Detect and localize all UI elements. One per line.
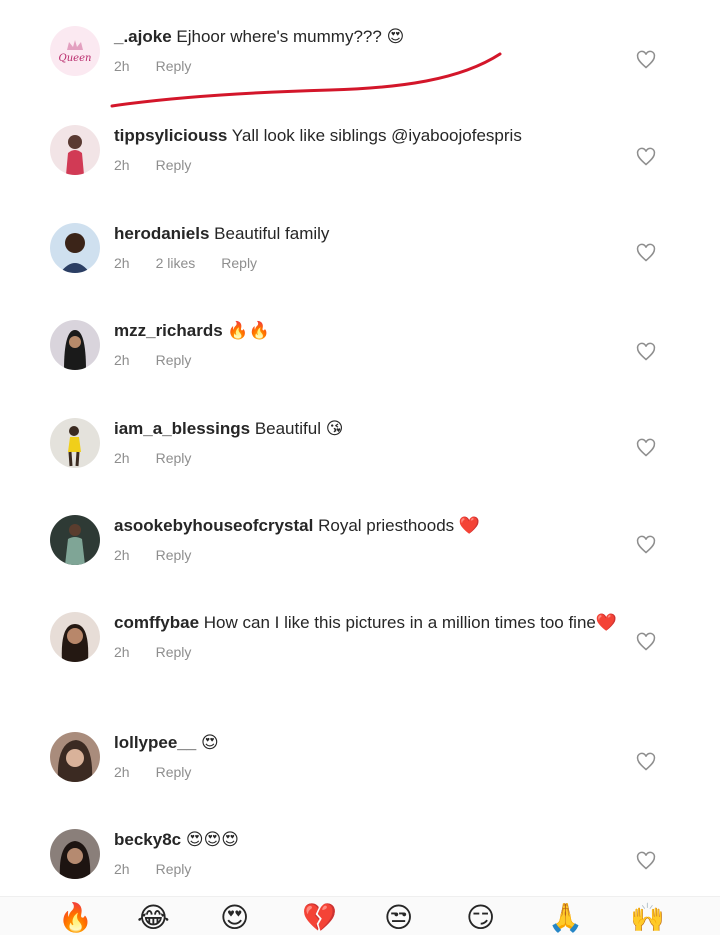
comment-message: Royal priesthoods: [318, 516, 455, 535]
smirk-emoji-button[interactable]: 😏: [466, 903, 495, 933]
like-heart-icon[interactable]: [636, 147, 656, 167]
comment-username[interactable]: mzz_richards: [114, 321, 223, 340]
comment-meta: 2h Reply: [114, 861, 630, 877]
reply-button[interactable]: Reply: [156, 157, 192, 173]
avatar[interactable]: [50, 223, 100, 273]
comment-time: 2h: [114, 157, 130, 173]
raised-hands-emoji-button[interactable]: 🙌: [630, 903, 665, 933]
comment-text: comffybae How can I like this pictures i…: [114, 612, 630, 634]
comment-time: 2h: [114, 352, 130, 368]
comment-time: 2h: [114, 255, 130, 271]
comment-time: 2h: [114, 644, 130, 660]
comment-meta: 2h Reply: [114, 644, 630, 660]
like-heart-icon[interactable]: [636, 752, 656, 772]
comment-time: 2h: [114, 764, 130, 780]
avatar[interactable]: [50, 418, 100, 468]
comment-message: Beautiful family: [214, 224, 330, 243]
comment-meta: 2h Reply: [114, 450, 630, 466]
comment-meta: 2h Reply: [114, 352, 630, 368]
comment-username[interactable]: comffybae: [114, 613, 199, 632]
likes-count[interactable]: 2 likes: [156, 255, 196, 271]
reply-button[interactable]: Reply: [156, 547, 192, 563]
comment-time: 2h: [114, 861, 130, 877]
reply-button[interactable]: Reply: [221, 255, 257, 271]
comment-username[interactable]: _.ajoke: [114, 27, 172, 46]
comment-text: tippsyliciouss Yall look like siblings @…: [114, 125, 630, 147]
comment-meta: 2h Reply: [114, 547, 630, 563]
avatar-badge-text: Queen: [59, 53, 92, 64]
comment-username[interactable]: iam_a_blessings: [114, 419, 250, 438]
comment-meta: 2h 2 likes Reply: [114, 255, 630, 271]
comment-emoji: 😍: [386, 27, 405, 46]
comment-emoji: 😍: [200, 733, 219, 752]
comment-emoji: ❤️: [458, 516, 481, 535]
avatar[interactable]: Queen: [50, 26, 100, 76]
comment-username[interactable]: tippsyliciouss: [114, 126, 227, 145]
quick-emoji-bar: 🔥 😂 😍 💔 😒 😏 🙏 🙌: [0, 896, 720, 935]
comment-message: Ejhoor where's mummy???: [176, 27, 382, 46]
avatar[interactable]: [50, 320, 100, 370]
reply-button[interactable]: Reply: [156, 861, 192, 877]
comment-username[interactable]: herodaniels: [114, 224, 209, 243]
heart-eyes-emoji-button[interactable]: 😍: [220, 903, 249, 933]
comment-username[interactable]: asookebyhouseofcrystal: [114, 516, 313, 535]
comment-meta: 2h Reply: [114, 764, 630, 780]
comment-username[interactable]: lollypee__: [114, 733, 196, 752]
reply-button[interactable]: Reply: [156, 58, 192, 74]
reply-button[interactable]: Reply: [156, 352, 192, 368]
comment-text: asookebyhouseofcrystal Royal priesthoods…: [114, 515, 630, 537]
comment-time: 2h: [114, 450, 130, 466]
avatar[interactable]: [50, 612, 100, 662]
like-heart-icon[interactable]: [636, 50, 656, 70]
reply-button[interactable]: Reply: [156, 450, 192, 466]
comment-text: becky8c 😍😍😍: [114, 829, 630, 851]
comment-emoji: 🔥🔥: [227, 321, 270, 340]
comment-text: lollypee__ 😍: [114, 732, 630, 754]
avatar[interactable]: [50, 829, 100, 879]
laughing-emoji-button[interactable]: 😂: [137, 903, 170, 933]
praying-hands-emoji-button[interactable]: 🙏: [548, 903, 583, 933]
broken-heart-emoji-button[interactable]: 💔: [302, 903, 337, 933]
like-heart-icon[interactable]: [636, 851, 656, 871]
like-heart-icon[interactable]: [636, 438, 656, 458]
comment-meta: 2h Reply: [114, 58, 630, 74]
comment-emoji: ❤️: [595, 613, 618, 632]
comment-text: herodaniels Beautiful family: [114, 223, 630, 245]
comment-text: iam_a_blessings Beautiful 😘: [114, 418, 630, 440]
reply-button[interactable]: Reply: [156, 644, 192, 660]
avatar[interactable]: [50, 732, 100, 782]
comment-meta: 2h Reply: [114, 157, 630, 173]
unamused-emoji-button[interactable]: 😒: [384, 903, 413, 933]
comment-username[interactable]: becky8c: [114, 830, 181, 849]
like-heart-icon[interactable]: [636, 342, 656, 362]
like-heart-icon[interactable]: [636, 243, 656, 263]
comment-emoji: 😘: [325, 419, 344, 438]
comment-message: Beautiful: [254, 419, 321, 438]
comment-time: 2h: [114, 58, 130, 74]
fire-emoji-button[interactable]: 🔥: [58, 903, 93, 933]
like-heart-icon[interactable]: [636, 632, 656, 652]
avatar[interactable]: [50, 515, 100, 565]
comment-text: mzz_richards 🔥🔥: [114, 320, 630, 342]
reply-button[interactable]: Reply: [156, 764, 192, 780]
like-heart-icon[interactable]: [636, 535, 656, 555]
comment-text: _.ajoke Ejhoor where's mummy??? 😍: [114, 26, 630, 48]
comment-message: Yall look like siblings @iyaboojofespris: [231, 126, 522, 145]
comment-message: How can I like this pictures in a millio…: [203, 613, 596, 632]
avatar[interactable]: [50, 125, 100, 175]
comment-emoji: 😍😍😍: [185, 830, 240, 849]
comment-time: 2h: [114, 547, 130, 563]
